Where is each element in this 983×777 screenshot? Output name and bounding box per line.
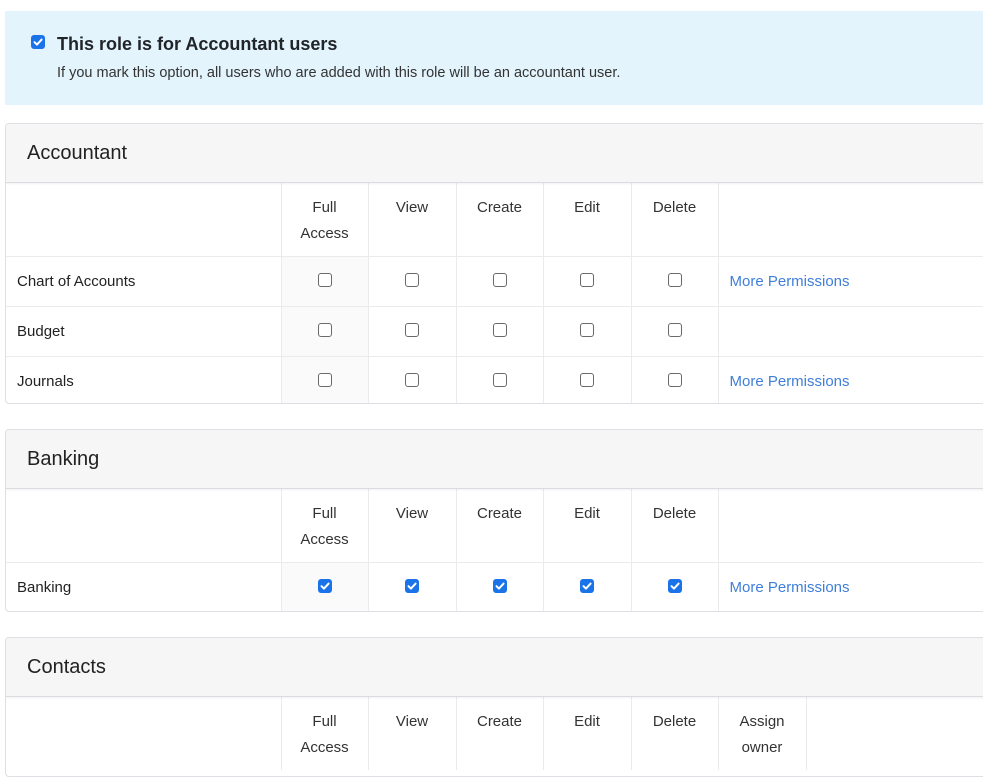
delete-checkbox[interactable] bbox=[667, 273, 682, 287]
column-header-extra bbox=[717, 489, 983, 562]
more-permissions-link[interactable]: More Permissions bbox=[719, 273, 850, 290]
checkmark-icon bbox=[670, 582, 680, 590]
permissions-table: Full Access View Create Edit Delete Char… bbox=[6, 183, 983, 403]
section-header: Accountant bbox=[6, 124, 983, 183]
column-header-view: View bbox=[367, 697, 456, 770]
row-name: Journals bbox=[6, 355, 281, 403]
checkmark-icon bbox=[407, 582, 417, 590]
column-header-module bbox=[6, 183, 281, 256]
permissions-table: Full Access View Create Edit Delete Bank… bbox=[6, 489, 983, 611]
view-checkbox[interactable] bbox=[405, 579, 419, 593]
checkmark-icon bbox=[582, 582, 592, 590]
section-title: Banking bbox=[27, 448, 100, 470]
column-header-assign-owner: Assign owner bbox=[717, 697, 806, 770]
column-header-full-access: Full Access bbox=[280, 489, 368, 562]
table-row: Banking More Permissions bbox=[6, 561, 983, 611]
column-header-edit: Edit bbox=[542, 697, 631, 770]
column-header-extra bbox=[805, 697, 983, 770]
delete-checkbox[interactable] bbox=[667, 323, 682, 337]
edit-checkbox[interactable] bbox=[580, 323, 594, 337]
column-header-module bbox=[6, 697, 281, 770]
more-permissions-link[interactable]: More Permissions bbox=[719, 579, 850, 596]
column-header-view: View bbox=[367, 489, 456, 562]
checkmark-icon bbox=[320, 582, 330, 590]
section-accountant: Accountant Full Access View Create Edit … bbox=[5, 123, 983, 404]
view-checkbox[interactable] bbox=[405, 323, 419, 337]
table-row: Journals More Permissions bbox=[6, 355, 983, 403]
row-name: Chart of Accounts bbox=[6, 255, 281, 306]
column-header-module bbox=[6, 489, 281, 562]
checkmark-icon bbox=[33, 38, 43, 46]
column-header-delete: Delete bbox=[630, 183, 718, 256]
view-checkbox[interactable] bbox=[405, 273, 419, 287]
table-row: Budget bbox=[6, 305, 983, 356]
row-name: Budget bbox=[6, 305, 281, 356]
view-checkbox[interactable] bbox=[405, 373, 419, 387]
create-checkbox[interactable] bbox=[492, 323, 507, 337]
banner-description: If you mark this option, all users who a… bbox=[57, 65, 621, 81]
section-title: Accountant bbox=[27, 142, 128, 164]
section-header: Banking bbox=[6, 430, 983, 489]
column-header-full-access: Full Access bbox=[280, 183, 368, 256]
column-header-full-access: Full Access bbox=[280, 697, 368, 770]
full-access-checkbox[interactable] bbox=[317, 579, 332, 593]
column-header-edit: Edit bbox=[542, 489, 631, 562]
more-permissions-link[interactable]: More Permissions bbox=[719, 373, 850, 390]
column-header-delete: Delete bbox=[630, 489, 718, 562]
column-header-view: View bbox=[367, 183, 456, 256]
section-header: Contacts bbox=[6, 638, 983, 697]
accountant-role-checkbox[interactable] bbox=[31, 35, 45, 49]
delete-checkbox[interactable] bbox=[667, 373, 682, 387]
column-header-edit: Edit bbox=[542, 183, 631, 256]
table-header-row: Full Access View Create Edit Delete bbox=[6, 183, 983, 256]
permissions-table: Full Access View Create Edit Delete Assi… bbox=[6, 697, 983, 770]
edit-checkbox[interactable] bbox=[580, 373, 594, 387]
section-banking: Banking Full Access View Create Edit Del… bbox=[5, 429, 983, 612]
section-title: Contacts bbox=[27, 656, 106, 678]
column-header-create: Create bbox=[455, 183, 543, 256]
create-checkbox[interactable] bbox=[492, 273, 507, 287]
table-header-row: Full Access View Create Edit Delete bbox=[6, 489, 983, 562]
delete-checkbox[interactable] bbox=[667, 579, 682, 593]
full-access-checkbox[interactable] bbox=[317, 373, 332, 387]
accountant-role-banner: This role is for Accountant users If you… bbox=[5, 11, 983, 105]
column-header-extra bbox=[717, 183, 983, 256]
banner-title: This role is for Accountant users bbox=[57, 34, 338, 54]
create-checkbox[interactable] bbox=[492, 373, 507, 387]
full-access-checkbox[interactable] bbox=[317, 273, 332, 287]
table-header-row: Full Access View Create Edit Delete Assi… bbox=[6, 697, 983, 770]
column-header-create: Create bbox=[455, 489, 543, 562]
column-header-delete: Delete bbox=[630, 697, 718, 770]
table-row: Chart of Accounts More Permissions bbox=[6, 255, 983, 306]
row-name: Banking bbox=[6, 561, 281, 611]
create-checkbox[interactable] bbox=[492, 579, 507, 593]
full-access-checkbox[interactable] bbox=[317, 323, 332, 337]
section-contacts: Contacts Full Access View Create Edit De… bbox=[5, 637, 983, 777]
edit-checkbox[interactable] bbox=[580, 273, 594, 287]
column-header-create: Create bbox=[455, 697, 543, 770]
edit-checkbox[interactable] bbox=[580, 579, 594, 593]
checkmark-icon bbox=[495, 582, 505, 590]
